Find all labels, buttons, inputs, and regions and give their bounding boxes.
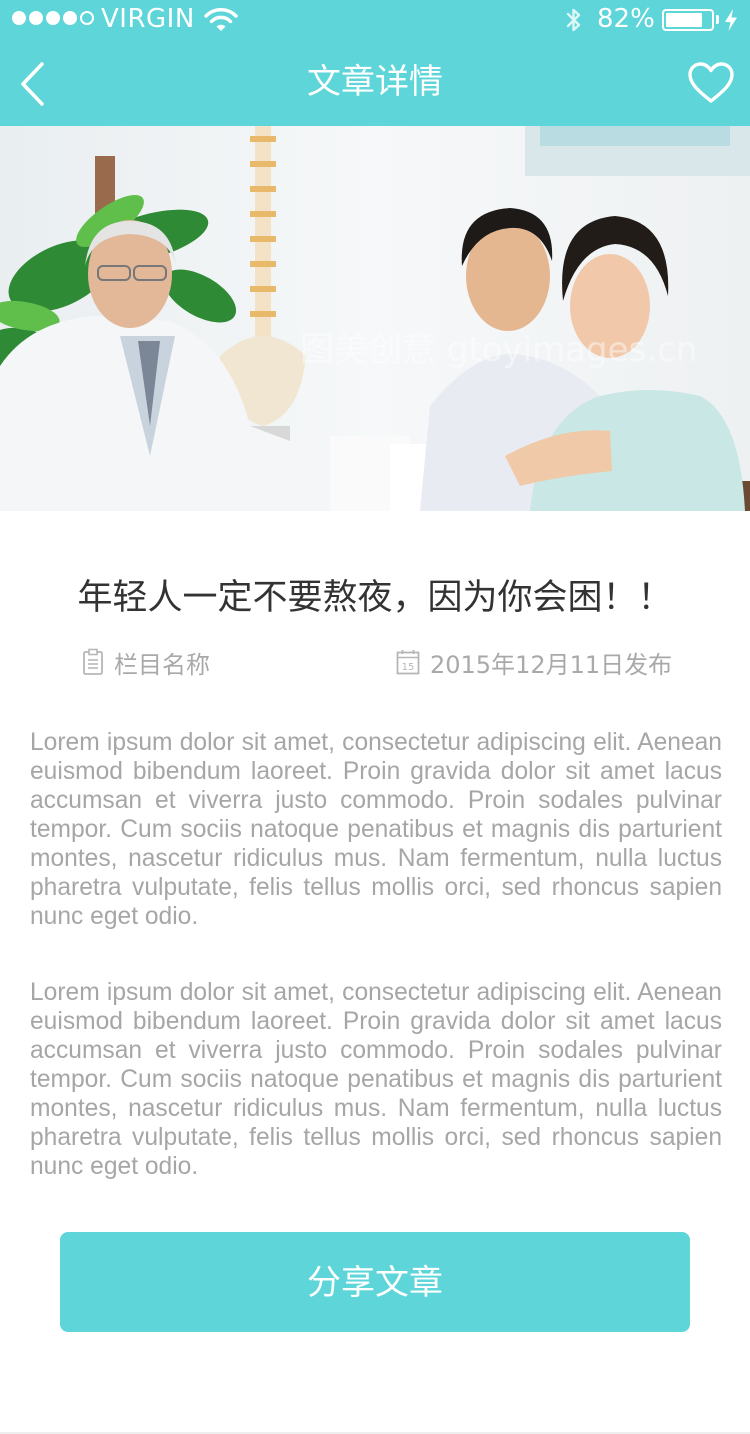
bluetooth-icon [566, 8, 581, 32]
share-article-button[interactable]: 分享文章 [60, 1232, 690, 1332]
battery-tip [716, 15, 719, 24]
favorite-button[interactable] [686, 60, 736, 106]
carrier-name: VIRGIN [101, 4, 195, 34]
publish-date-text: 2015年12月11日发布 [430, 650, 673, 679]
wifi-icon [204, 8, 238, 31]
svg-text:15: 15 [402, 662, 415, 673]
watermark: 图美创意 gtoyimages.cn [300, 330, 697, 370]
battery-fill [666, 13, 702, 27]
clipboard-icon [83, 648, 103, 675]
page-title: 文章详情 [307, 62, 443, 102]
charging-bolt-icon [725, 9, 737, 31]
heart-outline-icon [688, 62, 734, 103]
article-paragraph: Lorem ipsum dolor sit amet, consectetur … [30, 729, 722, 930]
article-paragraph: Lorem ipsum dolor sit amet, consectetur … [30, 979, 722, 1180]
category-label: 栏目名称 [114, 650, 210, 679]
article-publish-date: 15 2015年12月11日发布 [396, 646, 673, 679]
article-category[interactable]: 栏目名称 [82, 646, 210, 679]
battery-percent: 82% [597, 4, 655, 34]
status-bar: VIRGIN 82% [0, 0, 750, 40]
hero-image: 图美创意 gtoyimages.cn [0, 126, 750, 511]
article-title: 年轻人一定不要熬夜，因为你会困！！ [77, 578, 673, 618]
battery-icon [662, 9, 714, 31]
top-bar: VIRGIN 82% 文章详情 [0, 0, 750, 126]
signal-strength-icon [12, 11, 94, 25]
doctor-consultation-photo: 图美创意 gtoyimages.cn [0, 126, 750, 511]
calendar-icon: 15 [396, 650, 420, 675]
